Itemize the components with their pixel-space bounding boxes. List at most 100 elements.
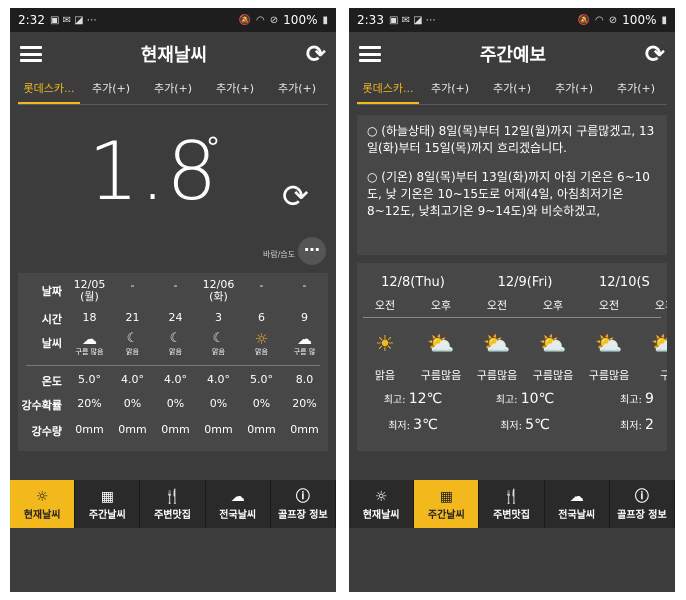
condition-label: 구름많음 [532,369,574,382]
tab-add-2[interactable]: 추가(+) [481,76,543,104]
nav-national-weather[interactable]: ☁ 전국날씨 [545,480,610,528]
time-cell: 24 [168,311,183,324]
weekly-forecast-screen: 2:33 ▣ ✉ ◪ ⋯ 🔕 ◠ ⊘ 100% ▮ 주간예보 ⟳ 롯데스카...… [349,8,675,592]
condition-label: 구름많음 [476,369,518,382]
date-cell: 12/05 (월) [73,278,106,303]
tab-add-3[interactable]: 추가(+) [204,76,266,104]
location-tabs: 롯데스카... 추가(+) 추가(+) 추가(+) 추가(+) [357,76,667,105]
min-temp-row: 최저: 3℃ 최저: 5℃ 최저: 2 [357,417,667,433]
cloud-sun-icon: ⛅ [651,332,667,357]
min-label: 최저: [620,421,642,432]
page-title: 주간예보 [479,45,547,66]
condition-icon-row: ☀ ⛅ ⛅ ⛅ ⛅ ⛅ [357,333,667,357]
period-label: 오후 [542,299,564,312]
cloud-sun-icon: ⛅ [539,332,567,357]
nav-current-weather[interactable]: ☼ 현재날씨 [349,480,415,528]
period-label: 오전 [598,299,620,312]
nav-weekly-weather[interactable]: ▦ 주간날씨 [75,480,141,528]
max-label: 최고: [620,395,642,406]
refresh-icon[interactable]: ⟳ [645,40,665,68]
refresh-icon[interactable]: ⟳ [306,40,326,68]
bottom-navigation: ☼ 현재날씨 ▦ 주간날씨 🍴 주변맛집 ☁ 전국날씨 ⓘ 골프장 정보 [349,480,675,528]
max-temp: 10℃ [520,391,555,407]
calendar-icon: ▦ [100,488,114,505]
row-label-precip-amount: 강수량 [31,425,62,438]
prob-cell: 20% [292,397,317,410]
date-row: 날짜 12/05 (월) - - 12/06 (화) - - [18,279,328,305]
current-temperature: 1.8 [88,125,219,218]
time-cell: 6 [258,311,265,324]
nav-label: 전국날씨 [219,509,257,521]
day-date: 12/8(Thu) [381,275,445,290]
row-label-temp: 온도 [41,375,62,388]
menu-icon[interactable] [359,46,381,62]
nav-current-weather[interactable]: ☼ 현재날씨 [10,480,76,528]
weather-cell: ☁ 구름 많음 [68,331,111,357]
tab-add-2[interactable]: 추가(+) [142,76,204,104]
time-cell: 3 [215,311,222,324]
date-cell: - [130,279,135,292]
temp-cell: 5.0° [78,373,101,386]
weather-cell: ☁ 구름 많 [283,331,326,357]
tab-location-1[interactable]: 롯데스카... [357,76,419,104]
weather-cell: ☾ 맑음 [111,331,154,357]
tab-location-1[interactable]: 롯데스카... [18,76,80,104]
mute-icon: 🔕 [238,14,252,26]
temperature-row: 온도 5.0° 4.0° 4.0° 4.0° 5.0° 8.0 [18,373,328,389]
tab-add-4[interactable]: 추가(+) [605,76,667,104]
nav-label: 주간날씨 [427,509,465,521]
battery-level: 100% [283,13,318,27]
header-divider [363,317,661,318]
notification-icons: ▣ ✉ ◪ ⋯ [388,14,436,26]
time-cell: 18 [82,311,97,324]
tab-add-3[interactable]: 추가(+) [543,76,605,104]
page-title: 현재날씨 [140,45,208,66]
tab-add-1[interactable]: 추가(+) [80,76,142,104]
nav-label: 현재날씨 [362,509,400,521]
app-bar: 주간예보 ⟳ [349,32,675,76]
sun-icon: ☼ [254,330,269,348]
temp-cell: 5.0° [250,373,273,386]
condition-label: 맑음 [169,348,182,356]
prob-cell: 20% [77,397,102,410]
prob-cell: 0% [252,397,271,410]
cloud-icon: ☁ [230,488,245,505]
degree-symbol: ° [206,131,220,164]
wifi-icon: ◠ [256,14,265,26]
forecast-summary: ○ (하늘상태) 8일(목)부터 12일(월)까지 구름많겠고, 13일(화)부… [357,115,667,255]
temp-cell: 4.0° [121,373,144,386]
nav-label: 현재날씨 [23,509,61,521]
condition-label: 구름많음 [588,369,630,382]
min-temp: 2 [645,417,654,433]
condition-label: 맑음 [212,348,225,356]
menu-icon[interactable] [20,46,42,62]
nav-nearby-restaurants[interactable]: 🍴 주변맛집 [140,480,206,528]
moon-icon: ☾ [169,331,182,346]
refresh-weather-icon[interactable]: ⟳ [282,177,309,215]
nav-golf-course-info[interactable]: ⓘ 골프장 정보 [610,480,675,528]
precip-amount-row: 강수량 0mm 0mm 0mm 0mm 0mm 0mm [18,423,328,439]
tab-add-4[interactable]: 추가(+) [266,76,328,104]
more-button[interactable]: ⋯ [298,237,326,265]
calendar-icon: ▦ [439,488,453,505]
condition-label: 맑음 [126,348,139,356]
tab-add-1[interactable]: 추가(+) [419,76,481,104]
period-label: 오후 [430,299,452,312]
nav-national-weather[interactable]: ☁ 전국날씨 [206,480,271,528]
temp-cell: 4.0° [164,373,187,386]
status-time: 2:32 [18,13,45,27]
nav-nearby-restaurants[interactable]: 🍴 주변맛집 [479,480,545,528]
period-label: 오전 [486,299,508,312]
min-temp-cell: 최저: 5℃ [469,417,581,433]
nav-weekly-weather[interactable]: ▦ 주간날씨 [414,480,480,528]
nav-label: 골프장 정보 [278,509,328,521]
condition-label: 맑음 [374,369,396,382]
period-label: 오전 [374,299,396,312]
nav-golf-course-info[interactable]: ⓘ 골프장 정보 [271,480,336,528]
battery-icon: ▮ [322,14,328,26]
current-conditions: 1.8 ° ⟳ 바람/습도 ⋯ [10,105,336,273]
day-header-row: 12/8(Thu) 12/9(Fri) 12/10(S [357,275,667,290]
row-divider [26,365,320,366]
amount-cell: 0mm [161,423,190,436]
time-cell: 9 [301,311,308,324]
